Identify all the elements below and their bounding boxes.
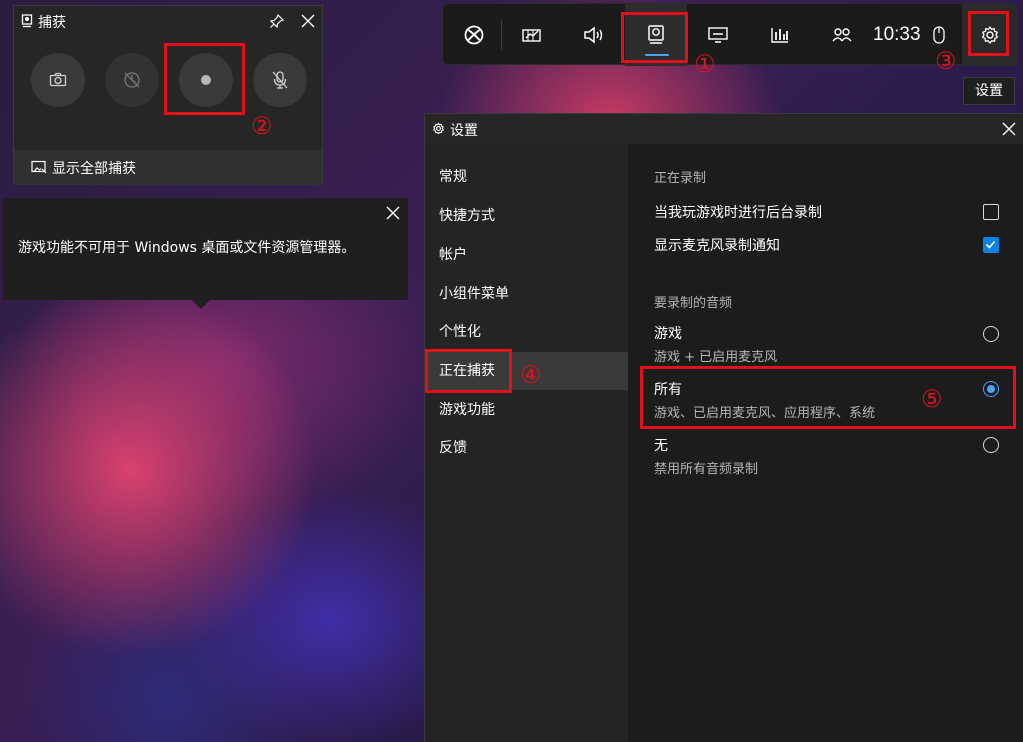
notice-pointer <box>191 299 211 309</box>
settings-content: 正在录制 当我玩游戏时进行后台录制 显示麦克风录制通知 要录制的音频 游戏 游戏… <box>628 144 1023 742</box>
settings-tooltip: 设置 <box>963 77 1015 105</box>
background-recording-label: 当我玩游戏时进行后台录制 <box>654 205 822 221</box>
capture-widget-title: 捕获 <box>38 15 66 31</box>
settings-title: 设置 <box>450 123 478 139</box>
background-recording-checkbox[interactable] <box>983 204 999 220</box>
recording-section-heading: 正在录制 <box>654 171 707 186</box>
settings-button[interactable] <box>962 4 1017 66</box>
close-icon[interactable] <box>300 13 316 29</box>
audio-button[interactable] <box>563 4 625 66</box>
screen-icon <box>708 27 728 43</box>
stats-icon <box>771 28 788 43</box>
microphone-off-icon <box>272 71 288 89</box>
nav-item-shortcuts[interactable]: 快捷方式 <box>425 197 628 235</box>
audio-option-all-label: 所有 <box>654 382 682 398</box>
nav-item-gaming-features[interactable]: 游戏功能 <box>425 391 628 429</box>
unavailable-notice: 游戏功能不可用于 Windows 桌面或文件资源管理器。 <box>3 198 408 300</box>
gear-icon <box>981 26 998 44</box>
nav-item-capturing[interactable]: 正在捕获 <box>425 352 628 390</box>
nav-item-general[interactable]: 常规 <box>425 158 628 196</box>
nav-item-widget-menu[interactable]: 小组件菜单 <box>425 275 628 313</box>
audio-option-game-label: 游戏 <box>654 326 682 342</box>
settings-window: 设置 常规 快捷方式 帐户 小组件菜单 个性化 正在捕获 游戏功能 反馈 正在录… <box>424 113 1023 742</box>
show-all-captures-link[interactable]: 显示全部捕获 <box>14 150 322 185</box>
audio-option-all-desc: 游戏、已启用麦克风、应用程序、系统 <box>654 406 876 421</box>
mouse-button[interactable] <box>919 4 959 66</box>
audio-option-none-radio[interactable] <box>983 437 999 453</box>
capture-button[interactable] <box>625 4 687 66</box>
performance-widget-button[interactable] <box>501 4 563 66</box>
audio-option-none-label: 无 <box>654 438 668 454</box>
settings-header: 设置 <box>425 114 1023 144</box>
close-icon[interactable] <box>1001 121 1017 137</box>
checkmark-icon <box>985 240 996 249</box>
screenshot-button[interactable] <box>31 53 85 107</box>
gallery-icon <box>31 160 47 174</box>
record-last-icon <box>124 72 140 88</box>
pin-icon[interactable] <box>269 13 285 29</box>
start-recording-button[interactable] <box>179 53 233 107</box>
performance-widget-icon <box>522 29 541 42</box>
audio-option-all-radio[interactable] <box>983 381 999 397</box>
record-dot-icon <box>201 75 211 85</box>
show-all-captures-label: 显示全部捕获 <box>52 161 136 177</box>
audio-icon <box>584 26 603 44</box>
capture-icon <box>648 25 664 44</box>
capture-icon <box>21 14 33 28</box>
capture-widget: 捕获 显示全部捕获 <box>13 5 323 185</box>
audio-option-none-desc: 禁用所有音频录制 <box>654 462 759 477</box>
nav-item-account[interactable]: 帐户 <box>425 236 628 274</box>
settings-nav: 常规 快捷方式 帐户 小组件菜单 个性化 正在捕获 游戏功能 反馈 <box>425 144 628 742</box>
nav-item-feedback[interactable]: 反馈 <box>425 429 628 467</box>
stats-button[interactable] <box>749 4 811 66</box>
audio-option-game-radio[interactable] <box>983 326 999 342</box>
camera-icon <box>49 72 67 87</box>
screen-widget-button[interactable] <box>687 4 749 66</box>
record-last-30s-button[interactable] <box>105 53 159 107</box>
notice-message: 游戏功能不可用于 Windows 桌面或文件资源管理器。 <box>18 240 356 256</box>
game-bar: 10:33 <box>442 3 1017 66</box>
nav-item-personalization[interactable]: 个性化 <box>425 313 628 351</box>
audio-section-heading: 要录制的音频 <box>654 296 733 311</box>
active-tab-indicator <box>645 54 669 56</box>
clock: 10:33 <box>873 24 921 45</box>
social-button[interactable] <box>811 4 873 66</box>
mouse-icon <box>933 26 945 44</box>
mic-notification-checkbox[interactable] <box>983 237 999 253</box>
close-icon[interactable] <box>385 205 401 221</box>
audio-option-game-desc: 游戏 + 已启用麦克风 <box>654 350 778 365</box>
xbox-icon <box>464 25 484 45</box>
mic-notification-label: 显示麦克风录制通知 <box>654 238 780 254</box>
social-icon <box>832 28 852 42</box>
xbox-button[interactable] <box>443 4 505 66</box>
microphone-toggle-button[interactable] <box>253 53 307 107</box>
capture-widget-header: 捕获 <box>14 6 322 36</box>
gear-icon <box>433 122 444 135</box>
